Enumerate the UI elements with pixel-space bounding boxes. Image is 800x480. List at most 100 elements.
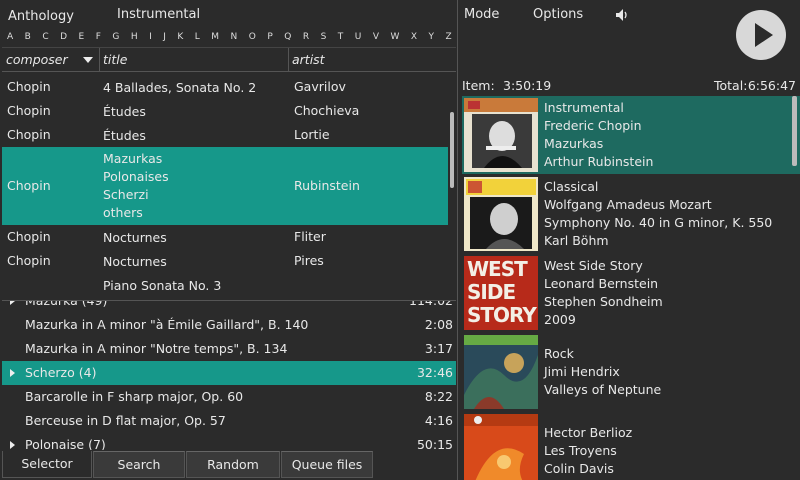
table-scrollbar[interactable] — [450, 112, 454, 188]
alphabet-letter-f[interactable]: F — [96, 32, 101, 46]
alphabet-letter-o[interactable]: O — [249, 32, 256, 46]
album-cover — [464, 414, 538, 480]
tab-search[interactable]: Search — [93, 451, 185, 478]
alphabet-letter-r[interactable]: R — [303, 32, 309, 46]
sort-desc-icon — [83, 57, 93, 63]
title-line: Nocturnes — [103, 230, 167, 245]
tab-selector[interactable]: Selector — [2, 451, 92, 478]
table-row[interactable]: Piano Sonata No. 3 — [2, 273, 448, 297]
play-button[interactable] — [736, 10, 786, 60]
artist-cell: Gavrilov — [294, 79, 346, 94]
title-cell: 4 Ballades, Sonata No. 2 — [103, 79, 256, 97]
mode-menu[interactable]: Mode — [464, 7, 499, 22]
alphabet-letter-n[interactable]: N — [231, 32, 238, 46]
alphabet-letter-p[interactable]: P — [267, 32, 272, 46]
queue-album[interactable]: WEST SIDE STORY West Side Story Leonard Bern… — [462, 254, 800, 332]
title-line: Études — [103, 128, 146, 143]
expand-arrow-icon[interactable] — [10, 301, 15, 305]
column-title[interactable]: title — [102, 48, 289, 72]
alphabet-letter-q[interactable]: Q — [284, 32, 291, 46]
artist-cell: Chochieva — [294, 103, 360, 118]
expand-arrow-icon[interactable] — [10, 441, 15, 449]
cover-title-line: SIDE — [467, 280, 516, 304]
album-table: Chopin 4 Ballades, Sonata No. 2 Gavrilov Ch… — [2, 75, 456, 299]
alphabet-letter-w[interactable]: W — [391, 32, 400, 46]
title-cell: Études — [103, 103, 146, 121]
alphabet-letter-e[interactable]: E — [79, 32, 85, 46]
item-time-label: Item: — [462, 78, 495, 93]
track-name: Mazurka (49) — [25, 300, 108, 308]
alphabet-letter-t[interactable]: T — [338, 32, 344, 46]
list-item[interactable]: Mazurka in A minor "Notre temps", B. 134… — [2, 337, 456, 361]
list-item[interactable]: Polonaise (7) 50:15 — [2, 433, 456, 450]
alphabet-letter-x[interactable]: X — [411, 32, 417, 46]
queue-album[interactable]: Hector Berlioz Les Troyens Colin Davis — [462, 412, 800, 480]
alphabet-letter-k[interactable]: K — [177, 32, 183, 46]
title-line: Polonaises — [103, 169, 169, 184]
alphabet-letter-g[interactable]: G — [112, 32, 119, 46]
alphabet-letter-m[interactable]: M — [211, 32, 219, 46]
alphabet-letter-u[interactable]: U — [355, 32, 362, 46]
album-info-line: Stephen Sondheim — [544, 294, 663, 309]
alphabet-letter-a[interactable]: A — [7, 32, 13, 46]
composer-cell: Chopin — [7, 127, 51, 142]
artist-cell: Lortie — [294, 127, 330, 142]
album-info-line: Wolfgang Amadeus Mozart — [544, 197, 712, 212]
title-line: Mazurkas — [103, 151, 163, 166]
alphabet-letter-h[interactable]: H — [131, 32, 138, 46]
alphabet-letter-j[interactable]: J — [163, 32, 166, 46]
column-artist[interactable]: artist — [292, 48, 452, 72]
time-readout: Item: 3:50:19 Total: 6:56:47 — [458, 78, 800, 94]
item-time-value: 3:50:19 — [503, 78, 552, 93]
alphabet-letter-z[interactable]: Z — [446, 32, 452, 46]
album-info-line: Arthur Rubinstein — [544, 154, 654, 169]
queue-album[interactable]: Rock Jimi Hendrix Valleys of Neptune — [462, 333, 800, 411]
title-line: Scherzi — [103, 187, 149, 202]
track-duration: 4:16 — [424, 413, 453, 428]
queue-album[interactable]: Instrumental Frederic Chopin Mazurkas Arthu… — [462, 96, 800, 174]
list-item[interactable]: Berceuse in D flat major, Op. 57 4:16 — [2, 409, 456, 433]
tab-queue-files[interactable]: Queue files — [281, 451, 373, 478]
alphabet-letter-b[interactable]: B — [25, 32, 31, 46]
table-row[interactable]: Chopin Nocturnes Pires — [2, 249, 448, 273]
options-menu[interactable]: Options — [533, 7, 583, 22]
album-info-line: West Side Story — [544, 258, 643, 273]
alphabet-letter-d[interactable]: D — [60, 32, 67, 46]
alphabet-letter-i[interactable]: I — [149, 32, 152, 46]
track-duration: 8:22 — [424, 389, 453, 404]
track-duration: 32:46 — [416, 365, 453, 380]
anthology-label[interactable]: Anthology — [8, 9, 74, 24]
title-cell: Études — [103, 127, 146, 145]
list-item[interactable]: Scherzo (4) 32:46 — [2, 361, 456, 385]
album-info-line: Valleys of Neptune — [544, 382, 662, 397]
artist-cell: Rubinstein — [294, 178, 360, 193]
composer-cell: Chopin — [7, 229, 51, 244]
alphabet-letter-l[interactable]: L — [195, 32, 200, 46]
tab-random[interactable]: Random — [186, 451, 280, 478]
genre-label[interactable]: Instrumental — [117, 7, 200, 22]
expand-arrow-icon[interactable] — [10, 369, 15, 377]
album-info-line: Leonard Bernstein — [544, 276, 659, 291]
table-row[interactable]: Chopin 4 Ballades, Sonata No. 2 Gavrilov — [2, 75, 448, 99]
column-composer[interactable]: composer — [6, 48, 100, 72]
alphabet-letter-y[interactable]: Y — [429, 32, 435, 46]
title-line: Piano Sonata No. 3 — [103, 278, 222, 293]
table-row[interactable]: Chopin Nocturnes Fliter — [2, 225, 448, 249]
table-row[interactable]: Chopin Études Lortie — [2, 123, 448, 147]
queue-scrollbar[interactable] — [792, 96, 797, 166]
total-time-label: Total: — [714, 78, 748, 93]
queue-album[interactable]: Classical Wolfgang Amadeus Mozart Symphony… — [462, 175, 800, 253]
table-row[interactable]: Chopin Études Chochieva — [2, 99, 448, 123]
alphabet-letter-c[interactable]: C — [42, 32, 48, 46]
table-row[interactable]: Chopin Mazurkas Polonaises Scherzi others Rub… — [2, 147, 448, 225]
speaker-icon[interactable] — [616, 9, 630, 21]
title-cell: Nocturnes — [103, 229, 167, 247]
list-item[interactable]: Barcarolle in F sharp major, Op. 60 8:22 — [2, 385, 456, 409]
album-info: Hector Berlioz Les Troyens Colin Davis — [544, 424, 632, 478]
alphabet-letter-s[interactable]: S — [321, 32, 327, 46]
alphabet-letter-v[interactable]: V — [373, 32, 379, 46]
list-item[interactable]: Mazurka in A minor "à Émile Gaillard", B… — [2, 313, 456, 337]
album-info: Classical Wolfgang Amadeus Mozart Symphony… — [544, 178, 772, 250]
list-item[interactable]: Mazurka (49) 114:02 — [2, 300, 456, 313]
album-info-line: Symphony No. 40 in G minor, K. 550 — [544, 215, 773, 230]
